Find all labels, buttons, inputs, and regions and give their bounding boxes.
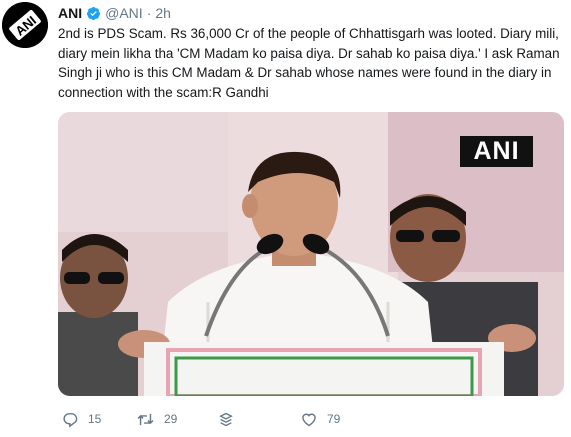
stack-button[interactable]	[218, 408, 234, 430]
tweet-header: ANI @ANI · 2h	[58, 4, 171, 22]
heart-icon	[300, 411, 318, 428]
podium	[144, 342, 504, 396]
like-button[interactable]: 79	[300, 408, 340, 430]
reply-button[interactable]: 15	[62, 408, 101, 430]
media-watermark: ANI	[460, 136, 533, 167]
verified-badge-icon	[86, 6, 101, 21]
reply-count: 15	[88, 412, 102, 426]
stack-icon	[218, 411, 234, 428]
like-count: 79	[327, 412, 341, 426]
tweet-card[interactable]: ANI ANI @ANI · 2h 2nd is PDS Scam. Rs 36…	[0, 0, 571, 437]
retweet-icon	[136, 411, 155, 428]
left-guard-figure	[58, 234, 138, 396]
tweet-actions: 15 29 79	[58, 408, 564, 430]
tweet-timestamp[interactable]: 2h	[155, 5, 171, 21]
tweet-text: 2nd is PDS Scam. Rs 36,000 Cr of the peo…	[58, 26, 560, 100]
ani-logo-icon: ANI	[2, 2, 48, 48]
author-name[interactable]: ANI	[58, 5, 82, 21]
meta-separator: ·	[146, 5, 152, 21]
author-handle[interactable]: @ANI	[105, 5, 143, 21]
reply-icon	[62, 411, 79, 428]
tweet-media-image[interactable]: ANI	[58, 112, 564, 396]
retweet-count: 29	[164, 412, 178, 426]
retweet-button[interactable]: 29	[136, 408, 177, 430]
author-avatar[interactable]: ANI	[2, 2, 48, 48]
